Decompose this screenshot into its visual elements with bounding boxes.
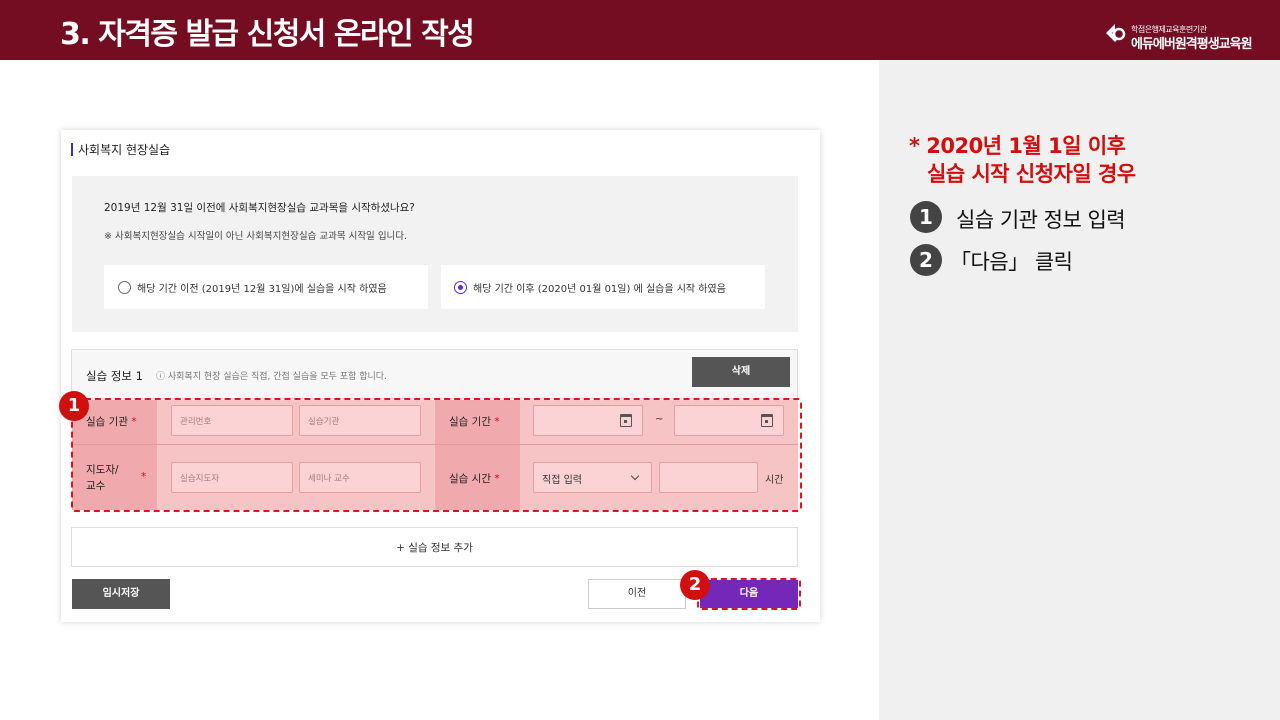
add-practice-info-button[interactable]: + 실습 정보 추가 [71, 527, 798, 567]
callout-1-badge: 1 [59, 391, 89, 421]
option-label: 해당 기간 이전 (2019년 12월 31일)에 실습을 시작 하였음 [137, 284, 387, 295]
temp-save-button[interactable]: 임시저장 [72, 579, 170, 609]
step-1-text: 실습 기관 정보 입력 [956, 208, 1126, 232]
step-1-badge: 1 [910, 201, 942, 233]
guide-note-line1: * 2020년 1월 1일 이후 [909, 134, 1126, 158]
delete-button[interactable]: 삭제 [692, 357, 790, 387]
highlight-practice-info [71, 398, 802, 512]
guide-note-line2: 실습 시작 신청자일 경우 [927, 162, 1136, 186]
question-text: 2019년 12월 31일 이전에 사회복지현장실습 교과목을 시작하셨나요? [104, 202, 415, 214]
callout-2-badge: 2 [680, 570, 710, 600]
prev-button[interactable]: 이전 [588, 579, 686, 609]
highlight-next-button [697, 578, 801, 610]
title-banner: 3. 자격증 발급 신청서 온라인 작성 학점은행제교육훈련기관 에듀에버원격평… [0, 0, 1280, 60]
option-after-2020[interactable]: 해당 기간 이후 (2020년 01월 01일) 에 실습을 시작 하였음 [441, 265, 765, 309]
radio-unselected[interactable] [118, 281, 131, 294]
question-note: ※ 사회복지현장실습 시작일이 아닌 사회복지현장실습 교과목 시작일 입니다. [104, 231, 408, 242]
step-2-badge: 2 [910, 244, 942, 276]
section-title-accent [71, 143, 73, 156]
option-before-2020[interactable]: 해당 기간 이전 (2019년 12월 31일)에 실습을 시작 하였음 [104, 265, 428, 309]
option-label: 해당 기간 이후 (2020년 01월 01일) 에 실습을 시작 하였음 [473, 284, 726, 295]
logo-name: 에듀에버원격평생교육원 [1131, 37, 1253, 52]
step-2-text: 「다음」 클릭 [950, 250, 1073, 274]
slide-title: 3. 자격증 발급 신청서 온라인 작성 [60, 17, 475, 52]
practice-info-hint: ⓘ 사회복지 현장 실습은 직접, 간접 실습을 모두 포함 합니다. [156, 372, 387, 382]
radio-selected[interactable] [454, 281, 467, 294]
section-title: 사회복지 현장실습 [78, 143, 171, 157]
practice-info-title: 실습 정보 1 [86, 369, 143, 383]
edu-ever-logo-icon [1106, 24, 1126, 42]
